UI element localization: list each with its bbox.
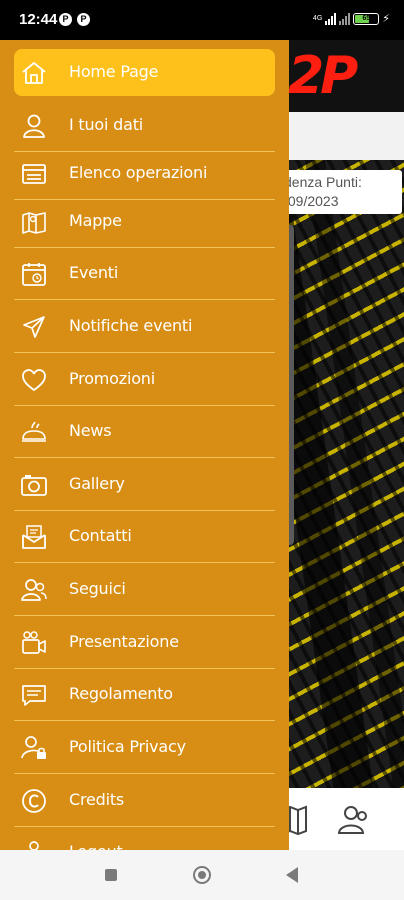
users-icon xyxy=(21,579,47,601)
menu-divider xyxy=(14,456,275,458)
points-expiry-date: /09/2023 xyxy=(284,193,339,209)
menu-divider xyxy=(14,509,275,511)
menu-label: Logout xyxy=(69,842,123,850)
menu-label: Mappe xyxy=(69,211,122,230)
menu-divider xyxy=(14,351,275,353)
menu-item-politica-privacy[interactable]: Politica Privacy xyxy=(14,724,275,774)
menu-label: Elenco operazioni xyxy=(69,163,208,182)
menu-item-seguici[interactable]: Seguici xyxy=(14,566,275,616)
menu-label: Contatti xyxy=(69,526,132,545)
charging-icon: ⚡ xyxy=(382,12,390,25)
app-logo: 2P xyxy=(288,46,358,106)
logout-icon xyxy=(29,841,39,850)
copyright-icon xyxy=(22,789,46,813)
menu-divider xyxy=(14,298,275,300)
menu-label: Regolamento xyxy=(69,684,173,703)
calendar-icon xyxy=(22,263,46,286)
menu-label: Seguici xyxy=(69,579,126,598)
points-expiry-label: denza Punti: xyxy=(284,174,362,190)
menu-item-eventi[interactable]: Eventi xyxy=(14,250,275,300)
menu-item-credits[interactable]: Credits xyxy=(14,777,275,827)
menu-label: Presentazione xyxy=(69,632,179,651)
menu-label: Politica Privacy xyxy=(69,737,186,756)
menu-item-presentazione[interactable]: Presentazione xyxy=(14,619,275,669)
network-type: 4G xyxy=(312,15,323,22)
heart-icon xyxy=(22,369,46,391)
menu-label: Gallery xyxy=(69,474,125,493)
users-icon[interactable] xyxy=(336,802,372,838)
video-camera-icon xyxy=(22,631,46,654)
menu-item-gallery[interactable]: Gallery xyxy=(14,461,275,511)
battery-level: 65 xyxy=(362,14,371,22)
user-icon xyxy=(23,114,45,138)
navigation-drawer: Home Page I tuoi dati Elenco operazioni xyxy=(0,40,289,850)
status-indicators: 4G 65 ⚡ xyxy=(313,12,390,25)
user-lock-icon xyxy=(21,736,46,759)
notification-badge-icon: P xyxy=(77,13,90,26)
map-icon xyxy=(22,212,46,234)
recents-icon[interactable] xyxy=(105,869,117,881)
status-time: 12:44 xyxy=(19,11,58,28)
menu-item-contatti[interactable]: Contatti xyxy=(14,513,275,563)
menu-item-mappe[interactable]: Mappe xyxy=(14,198,275,248)
home-circle-icon[interactable] xyxy=(193,866,211,884)
menu-divider xyxy=(14,772,275,774)
menu-divider xyxy=(14,561,275,563)
points-expiry-card[interactable]: denza Punti: /09/2023 xyxy=(272,170,402,214)
menu-item-news[interactable]: News xyxy=(14,408,275,458)
menu-item-promozioni[interactable]: Promozioni xyxy=(14,356,275,406)
message-icon xyxy=(22,685,46,706)
menu-divider xyxy=(14,614,275,616)
menu-divider xyxy=(14,667,275,669)
camera-icon xyxy=(21,475,47,496)
menu-divider xyxy=(14,246,275,248)
battery-icon: 65 xyxy=(353,12,380,25)
menu-item-logout[interactable]: Logout xyxy=(14,829,275,850)
home-icon xyxy=(22,62,46,84)
menu-label: News xyxy=(69,421,112,440)
news-icon xyxy=(22,421,46,442)
menu-label: Home Page xyxy=(69,62,159,81)
list-card-icon xyxy=(22,164,46,184)
back-icon[interactable] xyxy=(286,867,298,883)
signal-secondary-icon xyxy=(339,12,351,25)
menu-item-home-page[interactable]: Home Page xyxy=(14,49,275,96)
menu-item-elenco-operazioni[interactable]: Elenco operazioni xyxy=(14,150,275,200)
status-bar: 12:44 P P 4G 65 ⚡ xyxy=(0,0,404,40)
signal-icon xyxy=(325,12,337,25)
menu-label: Notifiche eventi xyxy=(69,316,193,335)
menu-item-regolamento[interactable]: Regolamento xyxy=(14,671,275,721)
send-icon xyxy=(23,316,45,338)
contact-mail-icon xyxy=(22,525,46,549)
menu-item-i-tuoi-dati[interactable]: I tuoi dati xyxy=(14,102,275,152)
menu-item-notifiche-eventi[interactable]: Notifiche eventi xyxy=(14,303,275,353)
menu-divider xyxy=(14,404,275,406)
menu-label: Promozioni xyxy=(69,369,155,388)
menu-divider xyxy=(14,719,275,721)
menu-label: Credits xyxy=(69,790,125,809)
menu-divider xyxy=(14,825,275,827)
menu-label: I tuoi dati xyxy=(69,115,144,134)
notification-badge-icon: P xyxy=(59,13,72,26)
menu-label: Eventi xyxy=(69,263,119,282)
